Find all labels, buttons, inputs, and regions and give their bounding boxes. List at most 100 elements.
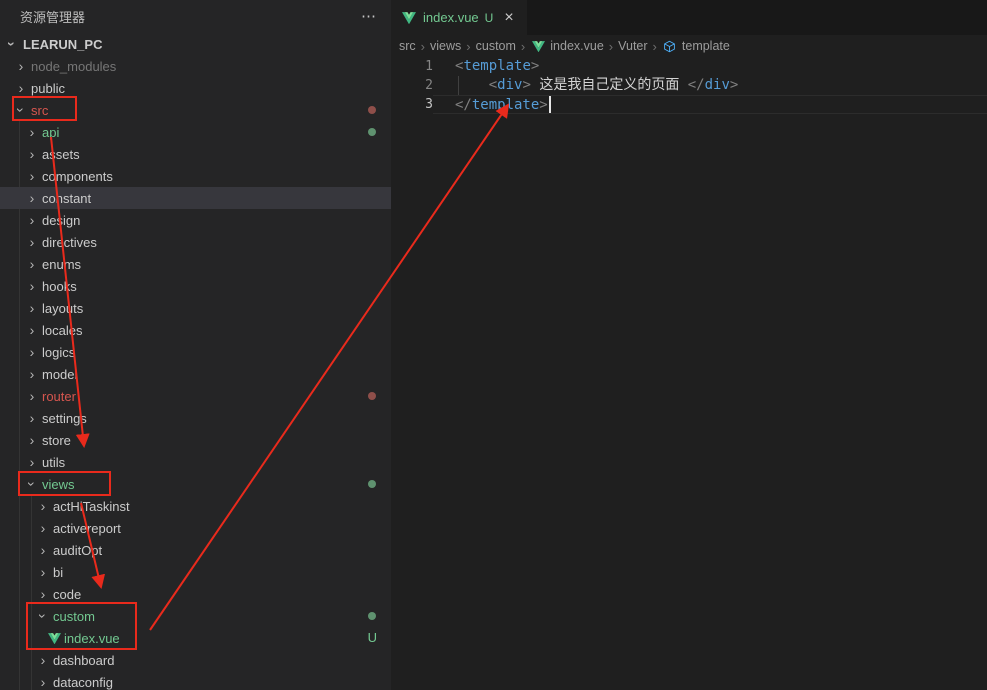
annotation-dot-red: [368, 106, 376, 114]
chevron-right-icon[interactable]: ›: [35, 521, 51, 535]
code-token: div: [497, 77, 522, 93]
tree-item-enums[interactable]: ›enums: [0, 253, 391, 275]
chevron-right-icon[interactable]: ›: [13, 81, 29, 95]
tree-item-custom[interactable]: ›custom: [0, 605, 391, 627]
tree-item-bi[interactable]: ›bi: [0, 561, 391, 583]
chevron-right-icon[interactable]: ›: [24, 389, 40, 403]
breadcrumb-item-index-vue[interactable]: index.vue: [530, 39, 604, 53]
tree-item-public[interactable]: ›public: [0, 77, 391, 99]
chevron-right-icon[interactable]: ›: [13, 59, 29, 73]
file-tree: ›node_modules›public›src›api›assets›comp…: [0, 55, 391, 690]
tree-item-utils[interactable]: ›utils: [0, 451, 391, 473]
tree-item-label: utils: [42, 455, 65, 470]
git-untracked-badge: U: [368, 630, 377, 645]
breadcrumb-item-vuter[interactable]: Vuter: [618, 39, 647, 53]
chevron-down-icon[interactable]: ›: [25, 476, 39, 492]
breadcrumb-item-custom[interactable]: custom: [476, 39, 516, 53]
tree-item-label: node_modules: [31, 59, 116, 74]
code-line-3[interactable]: 3</template>: [391, 95, 987, 114]
tree-item-design[interactable]: ›design: [0, 209, 391, 231]
chevron-right-icon[interactable]: ›: [24, 455, 40, 469]
editor-group: index.vue U × src›views›custom›index.vue…: [391, 0, 987, 690]
symbol-cube-icon: [662, 40, 678, 53]
tree-item-views[interactable]: ›views: [0, 473, 391, 495]
chevron-right-icon[interactable]: ›: [24, 323, 40, 337]
chevron-right-icon[interactable]: ›: [24, 191, 40, 205]
tree-item-src[interactable]: ›src: [0, 99, 391, 121]
chevron-right-icon[interactable]: ›: [24, 301, 40, 315]
chevron-right-icon[interactable]: ›: [24, 279, 40, 293]
more-actions-icon[interactable]: ⋯: [361, 9, 377, 24]
chevron-right-icon[interactable]: ›: [24, 147, 40, 161]
code-line-2[interactable]: 2 <div> 这是我自己定义的页面 </div>: [391, 76, 987, 95]
chevron-right-icon[interactable]: ›: [24, 235, 40, 249]
code-token: div: [705, 77, 730, 93]
tree-item-dashboard[interactable]: ›dashboard: [0, 649, 391, 671]
tree-item-label: activereport: [53, 521, 121, 536]
code-line-1[interactable]: 1<template>: [391, 57, 987, 76]
chevron-down-icon[interactable]: ›: [14, 102, 28, 118]
tab-index-vue[interactable]: index.vue U ×: [391, 0, 527, 35]
explorer-title: 资源管理器: [20, 7, 85, 26]
breadcrumb-item-template[interactable]: template: [662, 39, 730, 53]
breadcrumb-label: index.vue: [550, 39, 604, 53]
chevron-right-icon[interactable]: ›: [35, 675, 51, 689]
code-token: >: [531, 58, 539, 74]
chevron-right-icon[interactable]: ›: [24, 367, 40, 381]
tree-item-logics[interactable]: ›logics: [0, 341, 391, 363]
tree-item-directives[interactable]: ›directives: [0, 231, 391, 253]
tree-item-label: router: [42, 389, 76, 404]
explorer-sidebar: 资源管理器 ⋯ › LEARUN_PC ›node_modules›public…: [0, 0, 391, 690]
chevron-right-icon[interactable]: ›: [24, 411, 40, 425]
tree-item-constant[interactable]: ›constant: [0, 187, 391, 209]
chevron-right-icon[interactable]: ›: [24, 213, 40, 227]
tree-item-auditopt[interactable]: ›auditOpt: [0, 539, 391, 561]
annotation-dot-green: [368, 612, 376, 620]
chevron-right-icon[interactable]: ›: [24, 345, 40, 359]
tree-item-layouts[interactable]: ›layouts: [0, 297, 391, 319]
chevron-right-icon[interactable]: ›: [35, 543, 51, 557]
tree-item-dataconfig[interactable]: ›dataconfig: [0, 671, 391, 690]
tree-item-store[interactable]: ›store: [0, 429, 391, 451]
chevron-right-icon[interactable]: ›: [35, 653, 51, 667]
tree-item-label: settings: [42, 411, 87, 426]
code-area[interactable]: 1<template>2 <div> 这是我自己定义的页面 </div>3</t…: [391, 57, 987, 114]
tree-item-index-vue[interactable]: index.vueU: [0, 627, 391, 649]
chevron-right-icon[interactable]: ›: [24, 257, 40, 271]
chevron-right-icon[interactable]: ›: [24, 169, 40, 183]
chevron-right-icon[interactable]: ›: [24, 433, 40, 447]
breadcrumb-item-src[interactable]: src: [399, 39, 416, 53]
tree-item-code[interactable]: ›code: [0, 583, 391, 605]
tree-root-learun-pc[interactable]: › LEARUN_PC: [0, 33, 391, 55]
tree-item-api[interactable]: ›api: [0, 121, 391, 143]
tree-item-router[interactable]: ›router: [0, 385, 391, 407]
root-label: LEARUN_PC: [23, 37, 102, 52]
breadcrumb-separator: ›: [421, 39, 425, 54]
tree-item-label: public: [31, 81, 65, 96]
tree-item-acthitaskinst[interactable]: ›actHiTaskinst: [0, 495, 391, 517]
tree-item-assets[interactable]: ›assets: [0, 143, 391, 165]
code-token: </: [455, 97, 472, 113]
tree-item-label: hooks: [42, 279, 77, 294]
tree-item-label: locales: [42, 323, 82, 338]
chevron-down-icon[interactable]: ›: [36, 608, 50, 624]
tree-item-locales[interactable]: ›locales: [0, 319, 391, 341]
tree-item-model[interactable]: ›model: [0, 363, 391, 385]
chevron-right-icon[interactable]: ›: [35, 499, 51, 513]
tree-item-hooks[interactable]: ›hooks: [0, 275, 391, 297]
code-line-content: <div> 这是我自己定义的页面 </div>: [433, 76, 987, 95]
chevron-right-icon[interactable]: ›: [35, 565, 51, 579]
tree-item-label: store: [42, 433, 71, 448]
tree-item-settings[interactable]: ›settings: [0, 407, 391, 429]
tree-item-activereport[interactable]: ›activereport: [0, 517, 391, 539]
close-icon[interactable]: ×: [501, 10, 516, 26]
tree-item-node-modules[interactable]: ›node_modules: [0, 55, 391, 77]
chevron-right-icon[interactable]: ›: [24, 125, 40, 139]
explorer-header: 资源管理器 ⋯: [0, 0, 391, 33]
chevron-right-icon[interactable]: ›: [35, 587, 51, 601]
vue-icon: [401, 12, 417, 24]
annotation-dot-green: [368, 480, 376, 488]
tree-item-components[interactable]: ›components: [0, 165, 391, 187]
breadcrumb-label: Vuter: [618, 39, 647, 53]
breadcrumb-item-views[interactable]: views: [430, 39, 461, 53]
